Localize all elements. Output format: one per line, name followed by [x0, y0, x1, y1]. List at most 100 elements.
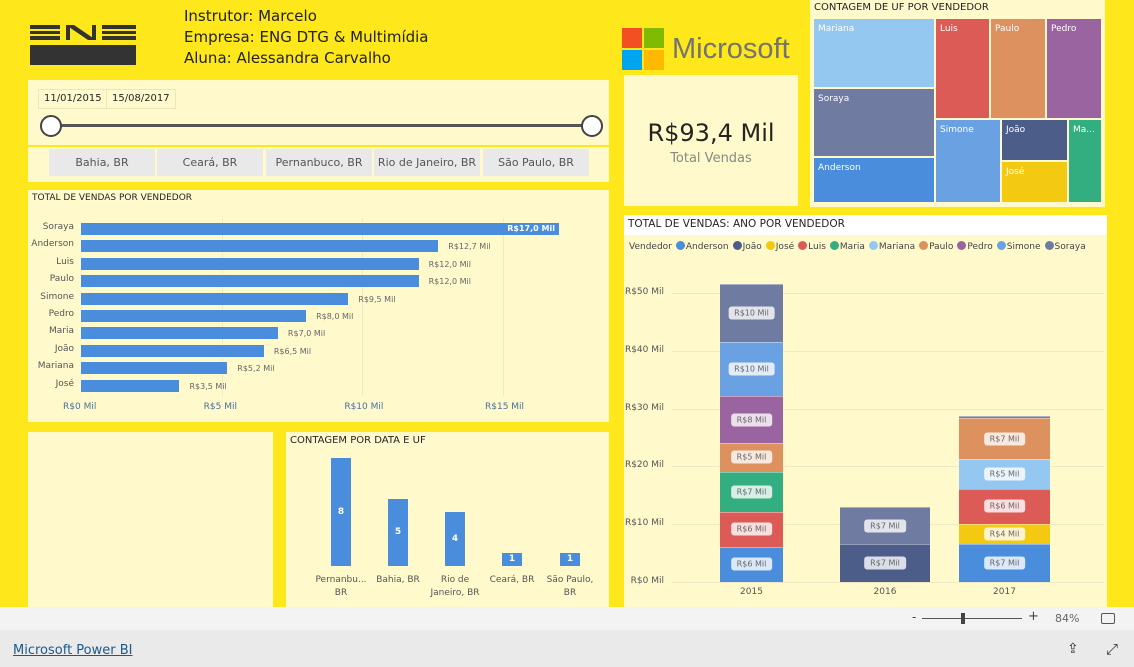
- legend-item[interactable]: Soraya: [1044, 241, 1086, 252]
- legend-item[interactable]: Paulo: [919, 241, 953, 252]
- bar: [81, 223, 560, 235]
- y-tick-label: R$10 Mil: [624, 518, 664, 529]
- legend-label: Paulo: [929, 242, 954, 252]
- legend-item[interactable]: Pedro: [957, 241, 993, 252]
- data-label: R$7 Mil: [983, 432, 1026, 446]
- uf-button-bahia[interactable]: Bahia, BR: [49, 149, 155, 176]
- treemap-chart: CONTAGEM DE UF POR VENDEDOR Mariana Soray…: [810, 0, 1105, 207]
- zoom-out-button[interactable]: -: [912, 610, 916, 624]
- category-label: Bahia, BR: [376, 575, 420, 585]
- category-label: Pernanbu... BR: [315, 575, 367, 598]
- bar: [81, 310, 307, 322]
- data-label: R$12,7 Mil: [448, 242, 491, 252]
- legend-label: Simone: [1006, 242, 1041, 252]
- legend-label: João: [742, 242, 762, 252]
- legend-item[interactable]: Maria: [829, 241, 865, 252]
- data-label: R$7 Mil: [983, 556, 1026, 570]
- data-label: R$6 Mil: [983, 499, 1026, 513]
- bar-segment: [959, 415, 1050, 419]
- data-label: R$6 Mil: [730, 557, 773, 571]
- data-label: R$5,2 Mil: [237, 364, 275, 374]
- zoom-slider-handle[interactable]: [961, 613, 965, 624]
- student-text: Aluna: Alessandra Carvalho: [184, 49, 391, 67]
- header-info: Instrutor: Marcelo Empresa: ENG DTG & Mu…: [184, 6, 429, 69]
- data-label: R$7 Mil: [730, 485, 773, 499]
- data-label: R$4 Mil: [983, 527, 1026, 541]
- empty-panel: [28, 432, 273, 607]
- x-tick-label: 2016: [873, 587, 897, 597]
- share-icon[interactable]: ⇪: [1067, 641, 1079, 657]
- power-bi-link[interactable]: Microsoft Power BI: [13, 643, 132, 658]
- company-text: Empresa: ENG DTG & Multimídia: [184, 28, 429, 46]
- uf-button-pernanbuco[interactable]: Pernanbuco, BR: [266, 149, 372, 176]
- legend-item[interactable]: Simone: [996, 241, 1041, 252]
- data-label: R$8 Mil: [730, 413, 773, 427]
- category-label: São Paulo, BR: [546, 575, 594, 598]
- treemap-tile: Paulo: [990, 18, 1046, 119]
- data-label: R$12,0 Mil: [428, 277, 471, 287]
- x-tick-label: R$5 Mil: [203, 402, 237, 412]
- end-date-input[interactable]: 15/08/2017: [106, 89, 176, 109]
- microsoft-text: Microsoft: [672, 32, 790, 65]
- legend-dot-icon: [919, 241, 929, 250]
- fullscreen-icon[interactable]: ⤢: [1106, 640, 1118, 658]
- data-label: R$7 Mil: [864, 519, 906, 533]
- category-label: Pedro: [48, 309, 74, 319]
- data-label: R$12,0 Mil: [428, 259, 471, 269]
- legend-label: Mariana: [878, 242, 916, 252]
- uf-button-sao-paulo[interactable]: São Paulo, BR: [483, 149, 589, 176]
- bar: [81, 379, 180, 392]
- vendas-por-vendedor-chart: TOTAL DE VENDAS POR VENDEDOR R$0 Mil R$5 …: [28, 190, 609, 422]
- x-tick-label: R$15 Mil: [485, 402, 525, 412]
- x-tick-label: 2017: [993, 587, 1016, 597]
- legend-item[interactable]: João: [732, 241, 762, 252]
- fit-to-page-icon[interactable]: [1101, 613, 1115, 624]
- gridline: [672, 582, 1104, 583]
- legend-item[interactable]: Anderson: [675, 241, 729, 252]
- legend-dot-icon: [765, 241, 775, 250]
- zoom-in-button[interactable]: +: [1028, 609, 1039, 624]
- y-tick-label: R$40 Mil: [624, 344, 664, 355]
- treemap-tile: Ma...: [1068, 119, 1102, 203]
- y-tick-label: R$0 Mil: [630, 576, 664, 586]
- legend-dot-icon: [829, 241, 839, 250]
- date-slider-track[interactable]: [50, 124, 592, 127]
- treemap-tile: Luis: [935, 18, 990, 119]
- data-label: R$5 Mil: [730, 450, 773, 464]
- treemap-tile: João: [1001, 119, 1068, 161]
- bar: [81, 362, 228, 375]
- legend-item[interactable]: Mariana: [868, 241, 916, 252]
- data-label: R$3,5 Mil: [189, 381, 227, 391]
- bar: 4: [445, 512, 465, 566]
- bar: [81, 327, 278, 340]
- y-tick-label: R$30 Mil: [624, 402, 664, 413]
- x-tick-label: R$0 Mil: [63, 402, 97, 412]
- category-label: Mariana: [37, 361, 74, 372]
- vendas-ano-vendedor-chart: TOTAL DE VENDAS: ANO POR VENDEDOR R$0 Mi…: [624, 215, 1107, 607]
- kpi-card: R$93,4 Mil Total Vendas: [624, 75, 798, 206]
- treemap-tile: Simone: [935, 119, 1001, 203]
- footer: Microsoft Power BI ⇪ ⤢: [0, 630, 1134, 667]
- category-label: José: [55, 378, 74, 389]
- data-label: R$17,0 Mil: [507, 224, 555, 233]
- y-tick-label: R$50 Mil: [624, 287, 664, 297]
- data-label: R$10 Mil: [728, 306, 775, 320]
- legend-item[interactable]: Luis: [798, 241, 826, 252]
- category-label: Luis: [56, 256, 74, 267]
- start-date-input[interactable]: 11/01/2015: [38, 89, 108, 109]
- category-label: Ceará, BR: [489, 575, 535, 585]
- treemap-tile: Anderson: [813, 157, 935, 203]
- slider-start-handle[interactable]: [40, 115, 62, 137]
- uf-button-rio[interactable]: Rio de Janeiro, BR: [374, 149, 480, 176]
- slider-end-handle[interactable]: [581, 115, 603, 137]
- chart-legend: Vendedor Anderson João José Luis Maria Marian…: [629, 241, 1086, 252]
- bar: [81, 344, 264, 357]
- chart-title: TOTAL DE VENDAS POR VENDEDOR: [32, 193, 193, 203]
- zoom-slider[interactable]: [922, 618, 1022, 619]
- legend-item[interactable]: José: [765, 241, 794, 252]
- contagem-data-uf-chart: CONTAGEM POR DATA E UF 8 Pernanbu... BR 5 B…: [286, 432, 609, 607]
- legend-dot-icon: [957, 241, 967, 250]
- treemap-tile: Mariana: [813, 18, 935, 88]
- uf-button-ceara[interactable]: Ceará, BR: [157, 149, 263, 176]
- data-label: R$6 Mil: [730, 522, 773, 536]
